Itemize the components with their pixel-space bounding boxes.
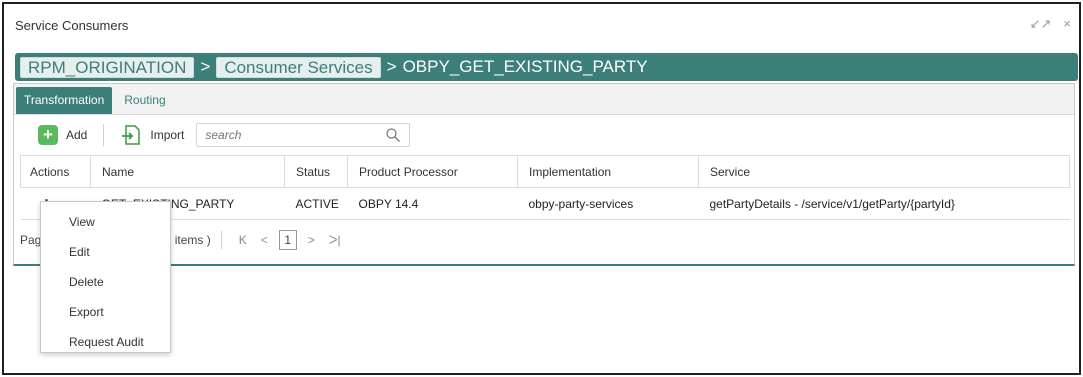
table-header-row: Actions Name Status Product Processor Im… bbox=[20, 155, 1070, 188]
column-header-status[interactable]: Status bbox=[284, 155, 348, 188]
column-header-actions: Actions bbox=[20, 155, 91, 188]
menu-item-export[interactable]: Export bbox=[41, 297, 170, 327]
minimize-icon[interactable]: ↙↗ bbox=[1030, 16, 1052, 32]
last-page-icon[interactable]: ᐳ| bbox=[329, 233, 341, 247]
previous-page-icon[interactable]: < bbox=[261, 233, 268, 247]
column-header-product-processor[interactable]: Product Processor bbox=[347, 155, 518, 188]
add-label: Add bbox=[66, 128, 88, 142]
breadcrumb-current: OBPY_GET_EXISTING_PARTY bbox=[402, 57, 648, 76]
menu-item-delete[interactable]: Delete bbox=[41, 267, 170, 297]
cell-status: ACTIVE bbox=[284, 187, 348, 220]
import-icon bbox=[122, 125, 141, 145]
menu-item-request-audit[interactable]: Request Audit bbox=[41, 327, 170, 357]
window-controls: ↙↗ × bbox=[1030, 16, 1071, 32]
column-header-name[interactable]: Name bbox=[90, 155, 285, 188]
toolbar-divider bbox=[103, 124, 105, 146]
column-header-service[interactable]: Service bbox=[698, 155, 1070, 188]
table-row[interactable]: ⋮ GET_EXISTING_PARTY ACTIVE OBPY 14.4 ob… bbox=[20, 187, 1070, 220]
plus-icon: + bbox=[38, 125, 58, 145]
breadcrumb-separator: > bbox=[200, 57, 211, 76]
breadcrumb-root[interactable]: RPM_ORIGINATION bbox=[20, 56, 195, 78]
next-page-icon[interactable]: > bbox=[308, 233, 315, 247]
search-input[interactable] bbox=[205, 128, 386, 142]
menu-item-view[interactable]: View bbox=[41, 207, 170, 237]
breadcrumb-separator: > bbox=[386, 57, 397, 76]
search-icon[interactable] bbox=[385, 127, 401, 143]
tab-bar: Transformation Routing bbox=[14, 84, 1074, 115]
transformation-panel: Transformation Routing + Add Import sear… bbox=[13, 83, 1075, 266]
menu-item-edit[interactable]: Edit bbox=[41, 237, 170, 267]
breadcrumb: RPM_ORIGINATION > Consumer Services > OB… bbox=[15, 53, 1078, 81]
add-button[interactable]: + Add bbox=[38, 125, 87, 145]
cell-implementation: obpy-party-services bbox=[517, 187, 699, 220]
search-box bbox=[196, 123, 411, 147]
cell-service: getPartyDetails - /service/v1/getParty/{… bbox=[698, 187, 1070, 220]
tab-transformation[interactable]: Transformation bbox=[16, 87, 113, 114]
import-label: Import bbox=[150, 128, 185, 142]
first-page-icon[interactable]: K bbox=[239, 233, 247, 247]
close-icon[interactable]: × bbox=[1063, 16, 1071, 32]
tab-routing[interactable]: Routing bbox=[116, 87, 173, 114]
pager-divider bbox=[220, 231, 222, 249]
row-actions-menu: View Edit Delete Export Request Audit bbox=[40, 201, 171, 353]
pager-page-label: Pag bbox=[20, 233, 42, 247]
cell-product-processor: OBPY 14.4 bbox=[347, 187, 518, 220]
breadcrumb-consumer-services[interactable]: Consumer Services bbox=[216, 56, 381, 78]
consumer-services-table: Actions Name Status Product Processor Im… bbox=[20, 155, 1070, 220]
current-page-number[interactable]: 1 bbox=[278, 230, 297, 250]
toolbar: + Add Import bbox=[14, 115, 1074, 155]
window-title: Service Consumers bbox=[15, 18, 129, 33]
import-button[interactable]: Import bbox=[120, 124, 184, 146]
pagination: Pag of 1 items ) K < 1 > ᐳ| bbox=[14, 220, 1074, 260]
column-header-implementation[interactable]: Implementation bbox=[517, 155, 699, 188]
